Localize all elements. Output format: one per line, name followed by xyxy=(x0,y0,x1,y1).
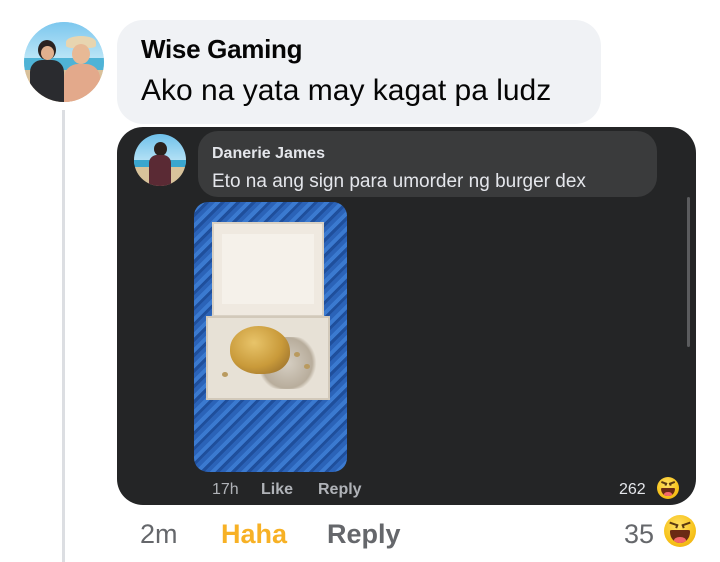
box-lid-inner xyxy=(222,234,314,304)
haha-eye-left xyxy=(660,481,668,487)
embedded-reply-label: Reply xyxy=(318,481,362,498)
reaction-count[interactable]: 35 xyxy=(624,519,654,550)
haha-reaction-button[interactable]: Haha xyxy=(221,519,287,550)
haha-tongue xyxy=(664,492,672,496)
avatar[interactable] xyxy=(24,22,104,102)
box-lid xyxy=(212,222,324,317)
embedded-avatar xyxy=(134,134,186,186)
embedded-comment-bubble: Danerie James Eto na ang sign para umord… xyxy=(198,131,657,197)
comment-text: Ako na yata may kagat pa ludz xyxy=(141,74,552,107)
embedded-comment-screenshot: Danerie James Eto na ang sign para umord… xyxy=(117,127,696,505)
comment-timestamp[interactable]: 2m xyxy=(140,519,178,550)
avatar-person2-face xyxy=(72,44,90,64)
haha-mouth xyxy=(661,487,675,496)
haha-eye-left xyxy=(668,521,679,529)
comment-author-name[interactable]: Wise Gaming xyxy=(141,34,302,65)
crumb xyxy=(304,364,310,369)
embedded-author-name: Danerie James xyxy=(212,145,325,162)
avatar-person1-face xyxy=(41,46,54,60)
crumb xyxy=(222,372,228,377)
haha-tongue xyxy=(674,537,686,543)
thread-line xyxy=(62,110,65,562)
burger-box-photo xyxy=(194,202,347,472)
scrollbar xyxy=(687,197,690,347)
embedded-comment-text: Eto na ang sign para umorder ng burger d… xyxy=(212,171,586,192)
avatar-person2-body xyxy=(64,64,100,102)
haha-eye-right xyxy=(668,481,676,487)
embedded-reaction-count: 262 xyxy=(619,481,646,498)
avatar-person1-body xyxy=(30,60,64,102)
burger-bun xyxy=(230,326,290,374)
haha-icon xyxy=(657,477,679,499)
embedded-like-label: Like xyxy=(261,481,294,498)
crumb xyxy=(294,352,300,357)
haha-mouth xyxy=(670,530,690,543)
reply-button[interactable]: Reply xyxy=(327,519,401,550)
embedded-avatar-head xyxy=(154,142,167,156)
comment-bubble: Wise Gaming Ako na yata may kagat pa lud… xyxy=(117,20,601,124)
embedded-timestamp: 17h xyxy=(212,481,239,498)
haha-eye-right xyxy=(681,521,692,529)
embedded-avatar-body xyxy=(149,155,171,186)
haha-icon[interactable] xyxy=(664,515,696,547)
